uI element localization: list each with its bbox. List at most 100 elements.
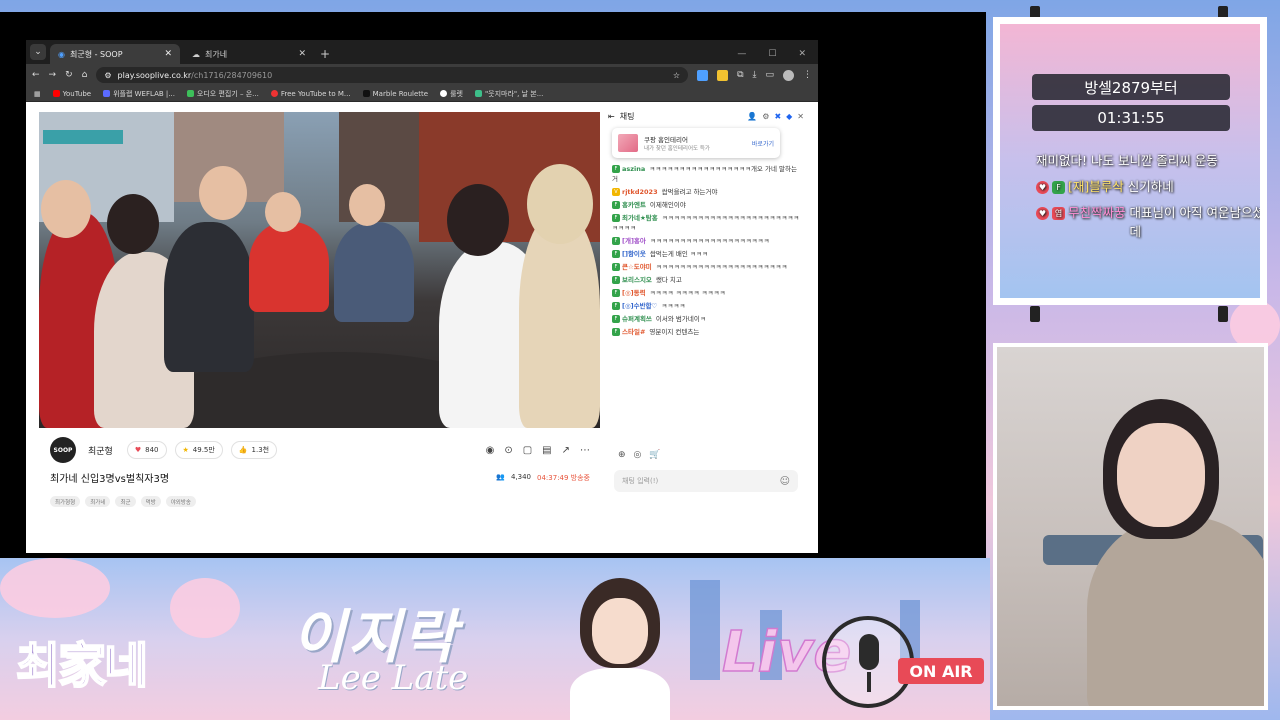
share-icon[interactable]: ↗: [562, 445, 570, 456]
channel-avatar[interactable]: SOOP: [50, 437, 76, 463]
chat-message: F [◎]동력 ㅋㅋㅋㅋ ㅋㅋㅋㅋ ㅋㅋㅋㅋ: [612, 288, 800, 298]
more-icon[interactable]: ⋯: [580, 445, 590, 456]
chat-nick[interactable]: 보리스지오: [622, 276, 652, 284]
cloud-favicon-icon: ☁: [192, 49, 200, 59]
tab-label: 최가네: [205, 49, 228, 59]
record-icon[interactable]: ◉: [486, 445, 495, 456]
calendar-icon[interactable]: ▤: [542, 445, 551, 456]
maximize-icon[interactable]: ☐: [768, 49, 776, 59]
promo-link[interactable]: 바로가기: [752, 139, 774, 148]
chat-settings-icon[interactable]: ⚙: [762, 112, 769, 121]
tag-chip[interactable]: 최가형형: [50, 496, 81, 507]
fan-badge-icon: F: [612, 328, 620, 336]
new-tab-icon[interactable]: +: [320, 47, 330, 61]
tag-chip[interactable]: 최가네: [85, 496, 111, 507]
person-head: [265, 192, 301, 232]
tab-search-icon[interactable]: ⌄: [30, 44, 46, 60]
shield-icon[interactable]: ◆: [786, 112, 792, 121]
chat-text: 이서와 범가네이ㅋ: [655, 315, 706, 323]
emoji-icon[interactable]: ☺: [780, 476, 790, 487]
tag-chip[interactable]: 먹방: [140, 496, 161, 507]
star-count: 49.5만: [192, 446, 215, 454]
bookmark-dont-laugh[interactable]: "웃지마라", 날 본...: [474, 89, 543, 99]
bookmarks-bar: ▦ YouTube 위플랩 WEFLAB |... 오디오 편집기 – 온...…: [26, 86, 818, 102]
quick-view-icon[interactable]: ◎: [634, 450, 642, 460]
address-bar[interactable]: ⚙ play.sooplive.co.kr/ch1716/284709610 ☆: [96, 67, 689, 83]
home-icon[interactable]: ⌂: [82, 70, 88, 80]
bookmark-audio-editor[interactable]: 오디오 편집기 – 온...: [186, 89, 259, 99]
clip-icon[interactable]: ⊙: [504, 445, 512, 456]
minimize-icon[interactable]: —: [737, 49, 746, 59]
bookmark-weflab[interactable]: 위플랩 WEFLAB |...: [103, 89, 175, 99]
chat-nick[interactable]: []항이웃: [622, 250, 646, 258]
participants-icon[interactable]: 👤: [747, 112, 757, 121]
close-tab-icon[interactable]: ✕: [298, 49, 306, 59]
chat-nick[interactable]: aszina: [622, 165, 645, 173]
star-balloon-button[interactable]: ★ 49.5만: [174, 441, 223, 459]
chat-tools: ⊕ ◎ 🛒: [618, 450, 661, 460]
bookmark-star-icon[interactable]: ☆: [673, 71, 680, 80]
streamer-face: [1117, 423, 1205, 527]
extensions-puzzle-icon[interactable]: ⧉: [737, 70, 743, 80]
extension-icon[interactable]: [697, 69, 709, 81]
chat-nick[interactable]: 슈퍼계획쓰: [622, 315, 652, 323]
mission-icon[interactable]: ✖: [774, 112, 781, 121]
chat-message: F [◎]수반합♡ ㅋㅋㅋㅋ: [612, 301, 800, 311]
chat-nick[interactable]: [◎]수반합♡: [622, 302, 657, 310]
back-icon[interactable]: ←: [32, 70, 40, 80]
fan-badge-icon: F: [612, 263, 620, 271]
tag-chip[interactable]: 야외방송: [165, 496, 196, 507]
chat-nick[interactable]: [◎]동력: [622, 289, 646, 297]
bookmark-youtube[interactable]: YouTube: [52, 90, 91, 98]
chat-nick[interactable]: [개]홍아: [622, 237, 646, 245]
profile-avatar[interactable]: [783, 69, 794, 81]
bookmark-roulette[interactable]: 룰렛: [440, 89, 463, 99]
tab-choigane[interactable]: ☁ 최가네 ✕: [184, 44, 314, 64]
heart-badge-icon: ♥: [1036, 181, 1049, 194]
extension-icon[interactable]: [717, 69, 729, 81]
forward-icon[interactable]: →: [49, 70, 57, 80]
panel-clip-decoration: [1218, 306, 1228, 322]
promo-thumbnail: [618, 134, 638, 152]
shop-cart-icon[interactable]: 🛒: [649, 450, 660, 460]
video-player[interactable]: [39, 112, 600, 428]
promo-banner[interactable]: 쿠팡 홈인테리어 내가 찾던 홈인테리어도 득가 바로가기: [612, 128, 780, 158]
tab-soop[interactable]: ◉ 최군형 - SOOP ✕: [50, 44, 180, 64]
download-icon[interactable]: ⤓: [753, 70, 757, 80]
mic-head-decoration: [859, 634, 879, 670]
thumbs-up-icon: 👍: [238, 446, 248, 454]
like-button[interactable]: ♥ 840: [126, 441, 167, 459]
chat-text: 쌉먹을려고 하는거야: [661, 188, 718, 196]
sticker-icon[interactable]: ▢: [523, 445, 532, 456]
chat-collapse-icon[interactable]: ⇤: [608, 112, 615, 121]
tag-list: 최가형형 최가네 최군 먹방 야외방송: [50, 496, 196, 507]
youtube-icon: [52, 90, 60, 97]
cast-icon[interactable]: ▭: [765, 70, 774, 80]
chat-nick[interactable]: rjtkd2023: [622, 188, 658, 196]
chat-nick[interactable]: 홍카엔트: [622, 201, 646, 209]
close-tab-icon[interactable]: ✕: [164, 49, 172, 59]
fan-badge-icon: F: [612, 302, 620, 310]
chat-nick[interactable]: 최가네★탐홍: [622, 214, 658, 222]
soop-favicon-icon: ◉: [58, 49, 65, 59]
donor-badge-icon: 염: [1052, 207, 1065, 220]
streamer-name[interactable]: 최군형: [88, 444, 113, 457]
site-info-icon[interactable]: ⚙: [104, 71, 111, 80]
vip-badge-icon: V: [612, 188, 620, 196]
close-window-icon[interactable]: ✕: [798, 49, 806, 59]
recommend-button[interactable]: 👍 1.3천: [230, 441, 278, 459]
bookmark-youtube-converter[interactable]: Free YouTube to M...: [270, 90, 351, 98]
apps-grid-icon[interactable]: ▦: [34, 90, 41, 98]
chat-input[interactable]: 채팅 입력(!) ☺: [614, 470, 798, 492]
bookmark-marble-roulette[interactable]: Marble Roulette: [362, 90, 428, 98]
chat-text: 이제해인이야: [649, 201, 686, 209]
emoticon-set-icon[interactable]: ⊕: [618, 450, 626, 460]
close-chat-icon[interactable]: ✕: [797, 112, 804, 121]
tag-chip[interactable]: 최군: [115, 496, 136, 507]
chat-nick[interactable]: 큰☆도야미: [622, 263, 652, 271]
chat-nick[interactable]: 스타일#: [622, 328, 645, 336]
channel-logo: 최家네: [15, 606, 166, 706]
reload-icon[interactable]: ↻: [65, 70, 73, 80]
fan-badge-icon: F: [612, 276, 620, 284]
menu-kebab-icon[interactable]: ⋮: [803, 70, 812, 80]
